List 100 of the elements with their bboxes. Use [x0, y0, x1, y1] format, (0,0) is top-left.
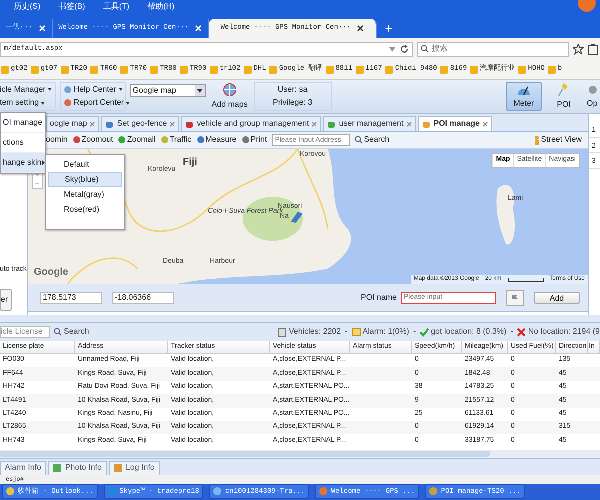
search-field[interactable]: 搜索	[417, 42, 569, 56]
stat-text: Alarm: 1(0%)	[362, 326, 410, 338]
add-maps-button[interactable]: Add maps	[210, 82, 250, 111]
stat-text: No location: 2194 (9	[528, 326, 600, 338]
toolbar-button[interactable]: Meter	[506, 82, 542, 111]
user-label: User: sa	[278, 84, 308, 96]
clipboard-icon	[588, 44, 598, 54]
page-tab[interactable]: vehicle and group management	[181, 116, 322, 131]
map-tool-button[interactable]: oomin	[46, 134, 68, 146]
icon-picker[interactable]	[506, 290, 524, 306]
map-tool-button[interactable]: Print	[242, 134, 268, 146]
favicon-icon	[356, 66, 364, 74]
favicon-icon	[180, 66, 188, 74]
star-icon	[573, 44, 584, 54]
menu-button[interactable]: icle Manager	[0, 84, 52, 96]
new-tab-button[interactable]: +	[377, 19, 401, 38]
pin-icon	[558, 82, 570, 96]
latitude-field[interactable]: -18.06366	[112, 292, 174, 304]
add-button[interactable]: Add	[534, 292, 580, 304]
vehicle-marker-icon	[290, 211, 304, 223]
dropdown-icon	[389, 46, 396, 52]
map-logo: Google	[34, 266, 68, 280]
bottom-tab[interactable]: Photo Info	[48, 460, 107, 475]
page-tab[interactable]: Set geo-fence	[101, 116, 180, 131]
app-icon	[213, 487, 222, 496]
map-tool-button[interactable]: Zoomout	[72, 134, 114, 146]
map-tool-button[interactable]: Traffic	[160, 134, 192, 146]
menu-item[interactable]: Sky(blue)	[48, 172, 122, 187]
scale-bar	[508, 278, 544, 282]
map-label: Fiji	[183, 156, 198, 170]
search-button[interactable]: Search	[355, 134, 390, 146]
menu-item[interactable]: 帮助(H)	[148, 1, 175, 13]
tool-icon	[160, 136, 169, 144]
license-field[interactable]: icle License	[0, 326, 50, 338]
page-tab[interactable]: user management	[323, 116, 416, 131]
toolbar-button[interactable]: POI	[546, 82, 582, 111]
favicon-icon	[90, 66, 98, 74]
close-icon	[312, 122, 318, 126]
privilege-label: Privilege: 3	[273, 97, 313, 110]
scrollbar[interactable]	[0, 450, 490, 457]
splitter-bar[interactable]	[0, 315, 600, 323]
favicon-icon	[210, 66, 218, 74]
tool-icon	[118, 136, 126, 144]
close-icon	[482, 122, 488, 126]
favicon-icon	[518, 66, 526, 74]
toolbar-button[interactable]: Op	[586, 82, 600, 111]
menu-button[interactable]: Report Center	[64, 97, 122, 110]
favicon-icon	[30, 66, 39, 74]
page-tab[interactable]: oogle map	[46, 116, 100, 131]
caret-icon	[48, 88, 52, 92]
favicon-icon	[244, 66, 252, 74]
menu-button[interactable]: tem setting	[0, 97, 52, 110]
app-icon	[319, 487, 328, 496]
tool-icon	[72, 136, 81, 144]
search-icon	[421, 45, 429, 53]
stat-text: got location: 8 (0.3%)	[431, 326, 507, 338]
list-icon	[278, 328, 288, 336]
caret-icon	[126, 102, 130, 105]
map-select[interactable]: Google map	[130, 84, 206, 97]
favicon-icon	[269, 66, 278, 74]
tab-icon	[105, 120, 114, 128]
menu-item[interactable]: OI manage	[1, 113, 45, 133]
search-button[interactable]: Search	[54, 326, 90, 338]
cross-icon	[517, 328, 526, 336]
reload-icon	[400, 44, 409, 54]
street-view-button[interactable]: Street View	[534, 134, 582, 146]
globe-icon	[222, 82, 237, 96]
map-tool-button[interactable]: Zoomall	[118, 134, 156, 146]
bottom-tab[interactable]: Log Info	[108, 460, 160, 475]
favicon-icon	[470, 66, 478, 74]
page-tab[interactable]: POI manage	[418, 116, 492, 131]
app-icon	[108, 487, 117, 496]
app-icon	[6, 487, 15, 496]
longitude-field[interactable]: 178.5173	[40, 292, 102, 304]
close-icon	[170, 122, 176, 126]
separator: -	[413, 326, 416, 338]
caret-icon	[118, 88, 122, 92]
menu-button[interactable]: Help Center	[64, 84, 122, 96]
log-icon	[114, 464, 123, 473]
menu-item[interactable]: 历史(S)	[14, 1, 41, 13]
favicon-icon	[440, 66, 448, 74]
side-button[interactable]: er	[0, 289, 12, 311]
bottom-tab[interactable]: Alarm Info	[0, 460, 46, 475]
menu-item[interactable]: Default	[48, 157, 122, 172]
menu-item[interactable]: 书签(B)	[58, 1, 86, 13]
poi-name-label: POI name	[360, 292, 397, 304]
menu-item[interactable]: Metal(gray)	[48, 187, 122, 202]
tab-icon	[327, 120, 336, 128]
tab-icon	[185, 120, 194, 128]
favicon-icon	[60, 66, 69, 74]
favicon-icon	[120, 66, 128, 74]
menu-item[interactable]: 工具(T)	[103, 1, 130, 13]
menu-item[interactable]: hange skin	[1, 153, 45, 173]
stat-text: Vehicles: 2202	[289, 326, 342, 338]
flag-icon	[511, 294, 519, 302]
search-icon	[54, 328, 62, 336]
close-icon	[194, 25, 202, 32]
menu-item[interactable]: Rose(red)	[48, 202, 122, 217]
check-icon	[420, 328, 430, 336]
map-tool-button[interactable]: Measure	[196, 134, 237, 146]
